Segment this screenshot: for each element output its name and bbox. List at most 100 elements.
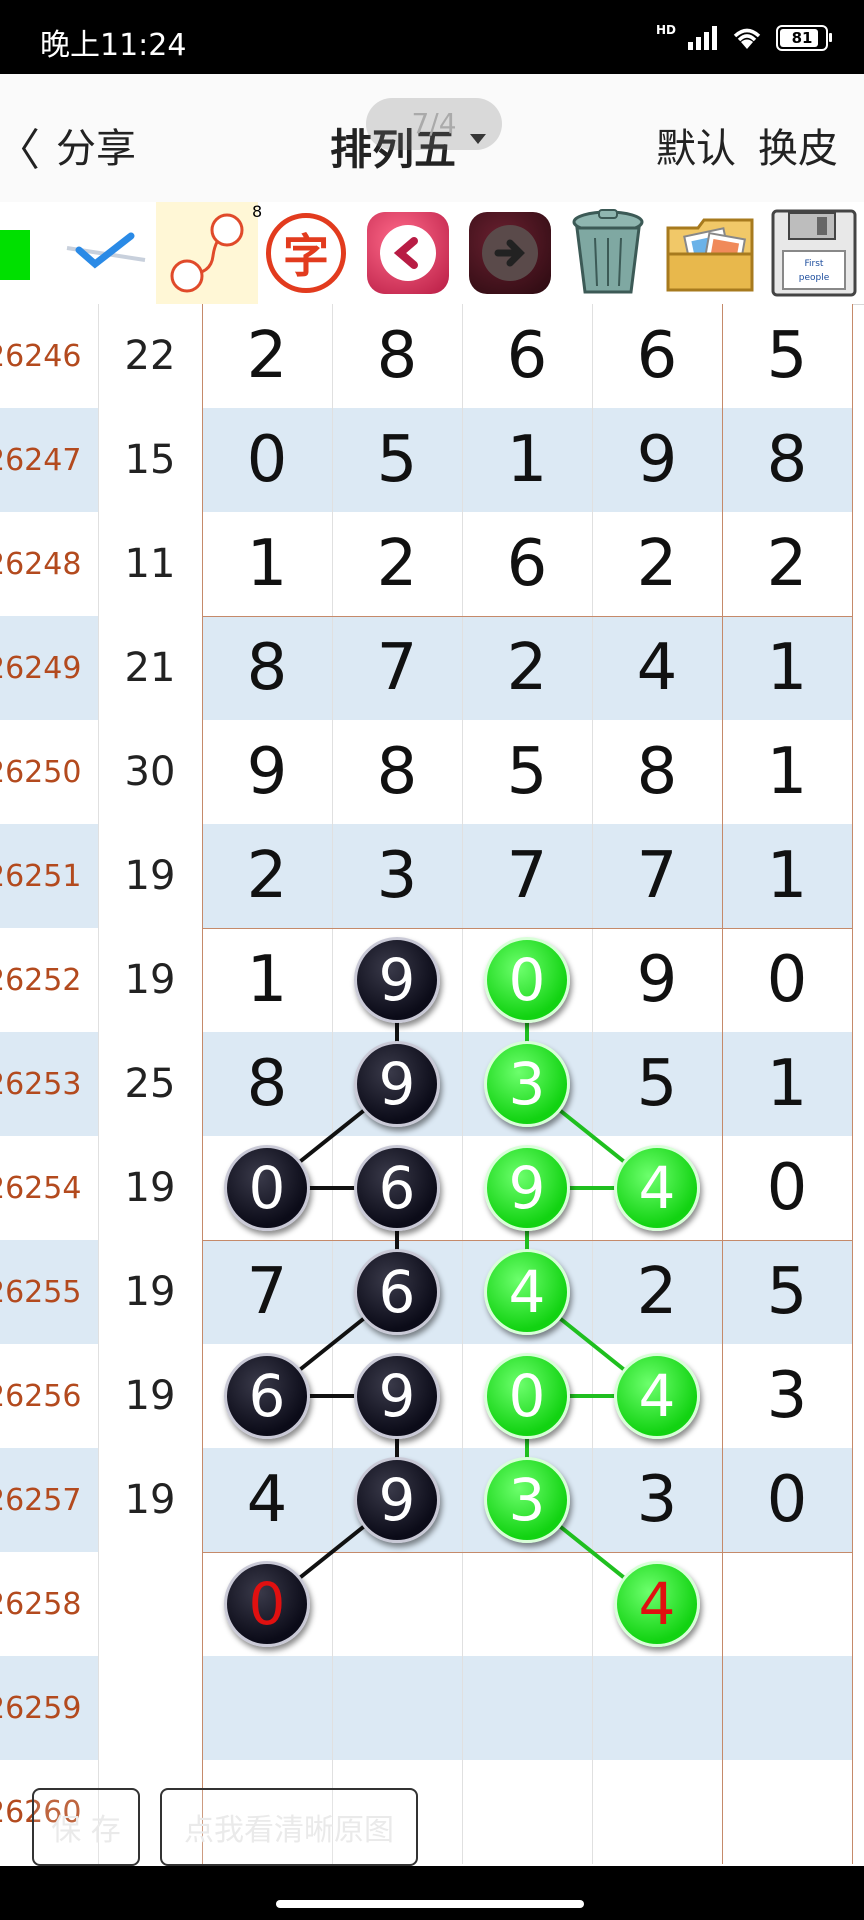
- digit-cell[interactable]: 9: [592, 928, 722, 1032]
- digit-cell[interactable]: 2: [592, 1240, 722, 1344]
- digit-cell[interactable]: 2: [462, 616, 592, 720]
- green-ball-marker[interactable]: 0: [484, 1353, 570, 1439]
- black-ball-marker[interactable]: 0: [224, 1561, 310, 1647]
- checkmark-tool[interactable]: [56, 202, 156, 304]
- digit-cell[interactable]: 5: [722, 1240, 852, 1344]
- digit-cell[interactable]: 4: [592, 616, 722, 720]
- digit-cell[interactable]: 8: [592, 720, 722, 824]
- digit-cell[interactable]: 9: [332, 928, 462, 1032]
- black-ball-marker[interactable]: 6: [224, 1353, 310, 1439]
- digit-cell[interactable]: 9: [592, 408, 722, 512]
- home-indicator[interactable]: [276, 1900, 584, 1908]
- green-ball-marker[interactable]: 4: [614, 1145, 700, 1231]
- digit-cell[interactable]: 7: [332, 616, 462, 720]
- digit-cell[interactable]: 9: [332, 1448, 462, 1552]
- black-ball-marker[interactable]: 0: [224, 1145, 310, 1231]
- green-ball-marker[interactable]: 3: [484, 1041, 570, 1127]
- digit-cell[interactable]: 2: [202, 824, 332, 928]
- digit-cell[interactable]: 6: [332, 1136, 462, 1240]
- black-ball-marker[interactable]: 6: [354, 1249, 440, 1335]
- digit-cell[interactable]: 8: [332, 720, 462, 824]
- digit-cell[interactable]: 5: [722, 304, 852, 408]
- digit-cell[interactable]: 3: [722, 1344, 852, 1448]
- digit-cell[interactable]: [462, 1760, 592, 1864]
- digit-cell[interactable]: 9: [202, 720, 332, 824]
- digit-cell[interactable]: 4: [202, 1448, 332, 1552]
- black-ball-marker[interactable]: 9: [354, 1041, 440, 1127]
- digit-cell[interactable]: [592, 1656, 722, 1760]
- color-swatch-button[interactable]: [0, 230, 30, 280]
- save-button[interactable]: 保 存: [32, 1788, 140, 1866]
- digit-cell[interactable]: 8: [722, 408, 852, 512]
- digit-cell[interactable]: 6: [462, 512, 592, 616]
- digit-cell[interactable]: 1: [722, 616, 852, 720]
- link-tool[interactable]: 8: [156, 202, 262, 304]
- digit-cell[interactable]: 1: [462, 408, 592, 512]
- digit-cell[interactable]: 3: [592, 1448, 722, 1552]
- digit-cell[interactable]: 6: [462, 304, 592, 408]
- digit-cell[interactable]: 4: [592, 1344, 722, 1448]
- delete-tool[interactable]: [560, 202, 656, 304]
- gallery-tool[interactable]: [660, 202, 760, 304]
- black-ball-marker[interactable]: 9: [354, 937, 440, 1023]
- digit-cell[interactable]: 1: [202, 512, 332, 616]
- digit-cell[interactable]: 4: [592, 1136, 722, 1240]
- digit-cell[interactable]: 0: [202, 408, 332, 512]
- digit-cell[interactable]: [202, 1656, 332, 1760]
- digit-cell[interactable]: 7: [592, 824, 722, 928]
- black-ball-marker[interactable]: 6: [354, 1145, 440, 1231]
- share-button[interactable]: 分享: [56, 116, 136, 174]
- digit-cell[interactable]: 1: [722, 720, 852, 824]
- digit-cell[interactable]: [332, 1552, 462, 1656]
- digit-cell[interactable]: [332, 1656, 462, 1760]
- text-tool[interactable]: 字: [258, 202, 354, 304]
- digit-cell[interactable]: 0: [202, 1552, 332, 1656]
- digit-cell[interactable]: 4: [462, 1240, 592, 1344]
- digit-cell[interactable]: 6: [202, 1344, 332, 1448]
- digit-cell[interactable]: 8: [202, 616, 332, 720]
- digit-cell[interactable]: 2: [592, 512, 722, 616]
- digit-cell[interactable]: [722, 1760, 852, 1864]
- digit-cell[interactable]: 3: [332, 824, 462, 928]
- digit-cell[interactable]: 5: [332, 408, 462, 512]
- digit-cell[interactable]: 7: [202, 1240, 332, 1344]
- digit-cell[interactable]: 4: [592, 1552, 722, 1656]
- digit-cell[interactable]: 7: [462, 824, 592, 928]
- digit-cell[interactable]: 9: [332, 1344, 462, 1448]
- digit-cell[interactable]: 0: [722, 928, 852, 1032]
- digit-cell[interactable]: [722, 1552, 852, 1656]
- digit-cell[interactable]: [722, 1656, 852, 1760]
- digit-cell[interactable]: 2: [332, 512, 462, 616]
- digit-cell[interactable]: 0: [462, 928, 592, 1032]
- digit-cell[interactable]: 5: [462, 720, 592, 824]
- back-chevron-icon[interactable]: 〈: [0, 114, 40, 178]
- default-button[interactable]: 默认: [656, 116, 736, 174]
- digit-cell[interactable]: 8: [332, 304, 462, 408]
- digit-cell[interactable]: 6: [592, 304, 722, 408]
- digit-cell[interactable]: 2: [722, 512, 852, 616]
- green-ball-marker[interactable]: 4: [614, 1561, 700, 1647]
- green-ball-marker[interactable]: 0: [484, 937, 570, 1023]
- view-original-button[interactable]: 点我看清晰原图: [160, 1788, 418, 1866]
- digit-cell[interactable]: 8: [202, 1032, 332, 1136]
- digit-cell[interactable]: 0: [722, 1448, 852, 1552]
- digit-cell[interactable]: 0: [722, 1136, 852, 1240]
- digit-cell[interactable]: 5: [592, 1032, 722, 1136]
- black-ball-marker[interactable]: 9: [354, 1353, 440, 1439]
- digit-cell[interactable]: 9: [332, 1032, 462, 1136]
- digit-cell[interactable]: 1: [202, 928, 332, 1032]
- digit-cell[interactable]: 3: [462, 1448, 592, 1552]
- green-ball-marker[interactable]: 4: [614, 1353, 700, 1439]
- save-disk-tool[interactable]: First people: [764, 202, 864, 304]
- digit-cell[interactable]: 0: [202, 1136, 332, 1240]
- redo-tool[interactable]: [462, 202, 558, 304]
- digit-cell[interactable]: [462, 1552, 592, 1656]
- undo-tool[interactable]: [360, 202, 456, 304]
- change-skin-button[interactable]: 换皮: [758, 116, 838, 174]
- digit-cell[interactable]: 1: [722, 824, 852, 928]
- green-ball-marker[interactable]: 9: [484, 1145, 570, 1231]
- black-ball-marker[interactable]: 9: [354, 1457, 440, 1543]
- digit-cell[interactable]: 9: [462, 1136, 592, 1240]
- digit-cell[interactable]: [592, 1760, 722, 1864]
- digit-cell[interactable]: 6: [332, 1240, 462, 1344]
